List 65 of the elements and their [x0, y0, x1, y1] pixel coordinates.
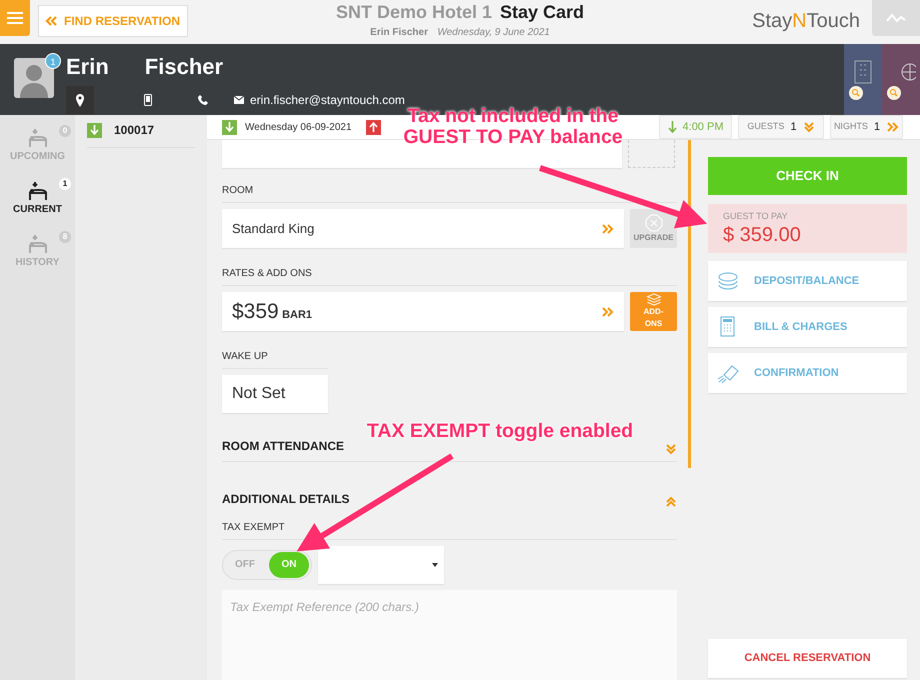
nights-button[interactable]: NIGHTS 1 [830, 115, 903, 139]
first-name: Erin [66, 53, 109, 81]
wake-up-field[interactable]: Not Set [222, 375, 328, 413]
section-heading: ROOM ATTENDANCE [222, 438, 344, 455]
logo-text: Stay [752, 10, 792, 32]
double-chevron-right-icon [601, 306, 614, 318]
nav-tab[interactable]: CURRENT 1 [0, 174, 75, 227]
balance-label: GUEST TO PAY [723, 210, 789, 223]
menu-button[interactable] [0, 0, 30, 36]
double-chevron-right-icon [601, 222, 614, 234]
double-chevron-down-icon [802, 121, 815, 133]
tax-reference-field[interactable]: Tax Exempt Reference (200 chars.) [222, 590, 677, 680]
date-text: Wednesday, 9 June 2021 [437, 26, 550, 38]
section-label: TAX EXEMPT [222, 522, 285, 533]
action-button[interactable]: BILL & CHARGES [708, 307, 907, 347]
down-arrow-icon [668, 121, 677, 133]
logo-text: Touch [806, 10, 860, 32]
email-address[interactable]: erin.fischer@stayntouch.com [250, 91, 405, 109]
guest-name: Erin Fischer [370, 26, 428, 38]
collapse-icon[interactable] [665, 496, 677, 508]
location-pin-icon [75, 94, 85, 106]
dropdown-field[interactable] [318, 546, 444, 584]
down-arrow-icon [90, 125, 99, 135]
count-badge: 1 [59, 178, 71, 190]
double-chevron-left-icon [45, 15, 58, 27]
web-tile[interactable] [882, 44, 920, 115]
page-title: Stay Card [500, 2, 584, 22]
check-in-button[interactable]: CHECK IN [708, 157, 907, 195]
cancel-reservation-button[interactable]: CANCEL RESERVATION [708, 639, 907, 678]
blocked-icon [644, 214, 662, 232]
down-arrow-icon [225, 122, 234, 132]
logo-text: N [792, 10, 807, 32]
stack-icon [646, 293, 662, 306]
rate-field[interactable]: $359 BAR1 [222, 292, 624, 331]
empty-slot [628, 140, 675, 168]
room-type-field[interactable]: Standard King [222, 209, 624, 248]
mobile-phone-icon[interactable] [144, 94, 152, 106]
reservation-item[interactable]: 100017 [87, 115, 195, 148]
balance-amount: $ 359.00 [723, 224, 802, 246]
expand-icon[interactable] [665, 443, 677, 455]
arrival-date: Wednesday 06-09-2021 [245, 120, 352, 134]
up-arrow-icon [368, 122, 378, 132]
find-reservation-button[interactable]: FIND RESERVATION [38, 5, 188, 37]
envelope-icon [234, 96, 244, 104]
guest-count-badge: 1 [45, 53, 61, 69]
action-button[interactable]: DEPOSIT/BALANCE [708, 261, 907, 301]
avatar [14, 58, 54, 98]
annotation-text: TAX EXEMPT toggle enabled [366, 421, 634, 442]
room-tile[interactable] [844, 44, 882, 115]
section-heading: ADDITIONAL DETAILS [222, 491, 350, 508]
double-chevron-right-icon [886, 121, 900, 133]
section-label: ROOM [222, 185, 254, 196]
arrival-time-button[interactable]: 4:00 PM [659, 115, 732, 139]
guests-button[interactable]: GUESTS 1 [738, 115, 824, 139]
location-button[interactable] [66, 86, 94, 114]
tax-exempt-toggle[interactable]: OFF ON [222, 550, 312, 580]
hotel-name: SNT Demo Hotel 1 [336, 2, 492, 22]
phone-icon[interactable] [198, 95, 208, 105]
last-name: Fischer [144, 53, 224, 81]
section-label: RATES & ADD ONS [222, 268, 312, 279]
action-button[interactable]: CONFIRMATION [708, 353, 907, 393]
add-ons-button[interactable]: ADD-ONS [630, 292, 677, 331]
section-label: WAKE UP [222, 351, 268, 362]
line-graph-icon [886, 12, 906, 24]
caret-down-icon [432, 563, 438, 567]
